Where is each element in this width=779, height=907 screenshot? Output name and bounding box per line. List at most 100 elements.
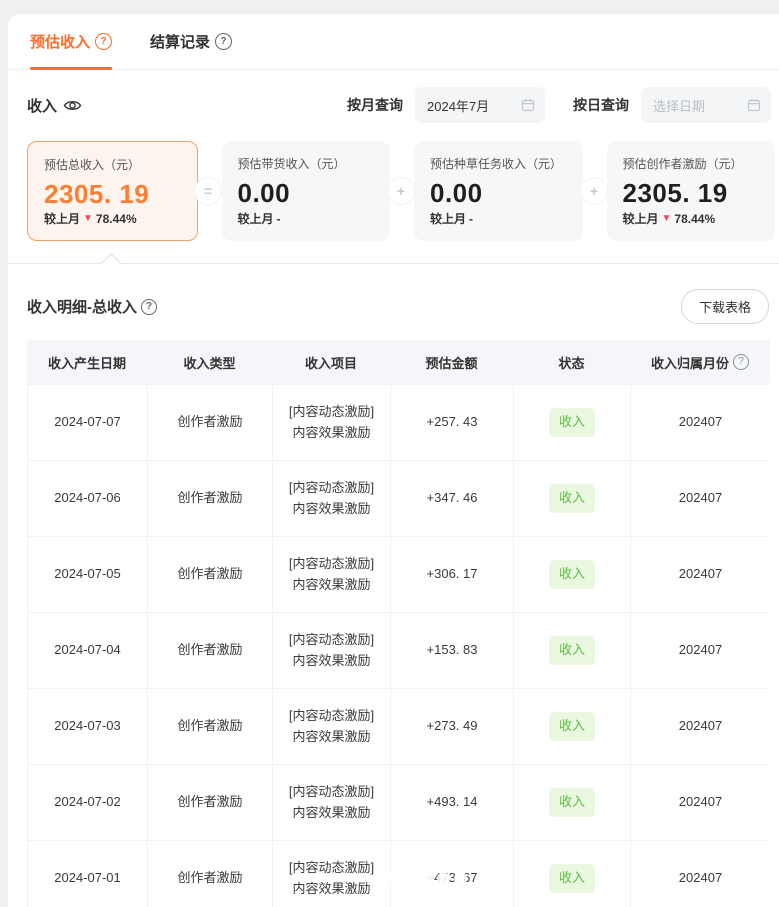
card-creator-incentive[interactable]: 预估创作者激励（元） 2305. 19 较上月 ▼ 78.44% <box>607 141 776 241</box>
cell-type: 创作者激励 <box>147 461 272 536</box>
tab-label: 预估收入 <box>30 31 90 52</box>
cell-amount: +306. 17 <box>390 537 513 612</box>
cell-month: 202407 <box>630 385 770 460</box>
table-row: 2024-07-06 创作者激励 [内容动态激励] 内容效果激励 +347. 4… <box>27 461 770 537</box>
cell-type: 创作者激励 <box>147 841 272 907</box>
detail-section-header: 收入明细-总收入 ? 下载表格 <box>27 289 769 324</box>
month-picker-value: 2024年7月 <box>427 96 489 115</box>
table-row: 2024-07-04 创作者激励 [内容动态激励] 内容效果激励 +153. 8… <box>27 613 770 689</box>
day-picker-input[interactable]: 选择日期 <box>641 87 771 123</box>
status-badge: 收入 <box>549 484 595 512</box>
date-queries: 按月查询 2024年7月 按日查询 选择日期 <box>347 87 771 123</box>
cell-status: 收入 <box>513 689 630 764</box>
income-table: 收入产生日期 收入类型 收入项目 预估金额 状态 收入归属月份 ? 2024-0… <box>27 340 770 907</box>
cell-date: 2024-07-02 <box>27 765 147 840</box>
cell-amount: +273. 49 <box>390 689 513 764</box>
cell-amount: +257. 43 <box>390 385 513 460</box>
active-tab-underline <box>30 67 112 70</box>
cell-type: 创作者激励 <box>147 613 272 688</box>
cell-month: 202407 <box>630 461 770 536</box>
cell-amount: +153. 83 <box>390 613 513 688</box>
main-panel: 预估收入 ? 结算记录 ? 收入 按 <box>8 14 779 907</box>
table-row: 2024-07-03 创作者激励 [内容动态激励] 内容效果激励 +273. 4… <box>27 689 770 765</box>
cell-amount: +493. 14 <box>390 765 513 840</box>
cell-date: 2024-07-05 <box>27 537 147 612</box>
cell-date: 2024-07-07 <box>27 385 147 460</box>
change-value: - <box>469 212 473 226</box>
plus-operator-icon: + <box>581 178 607 204</box>
table-body: 2024-07-07 创作者激励 [内容动态激励] 内容效果激励 +257. 4… <box>27 384 770 907</box>
card-title: 预估总收入（元） <box>44 156 181 173</box>
status-badge: 收入 <box>549 636 595 664</box>
cell-type: 创作者激励 <box>147 537 272 612</box>
income-header-row: 收入 按月查询 2024年7月 <box>27 86 771 124</box>
table-header-row: 收入产生日期 收入类型 收入项目 预估金额 状态 收入归属月份 ? <box>27 340 770 384</box>
page: 预估收入 ? 结算记录 ? 收入 按 <box>0 0 779 907</box>
cell-date: 2024-07-03 <box>27 689 147 764</box>
change-value: - <box>277 212 281 226</box>
cell-type: 创作者激励 <box>147 765 272 840</box>
cell-status: 收入 <box>513 765 630 840</box>
calendar-icon <box>747 98 761 112</box>
tab-settlement-records[interactable]: 结算记录 ? <box>150 14 232 69</box>
card-seeding-task-income[interactable]: 预估种草任务收入（元） 0.00 较上月 - <box>414 141 583 241</box>
month-query-label: 按月查询 <box>347 95 403 115</box>
day-query-label: 按日查询 <box>573 95 629 115</box>
cell-status: 收入 <box>513 537 630 612</box>
cell-project: [内容动态激励] 内容效果激励 <box>272 689 390 764</box>
cell-month: 202407 <box>630 765 770 840</box>
section-divider <box>8 263 779 264</box>
cell-status: 收入 <box>513 841 630 907</box>
plus-operator-icon: + <box>388 178 414 204</box>
cell-project: [内容动态激励] 内容效果激励 <box>272 765 390 840</box>
cell-status: 收入 <box>513 613 630 688</box>
col-header-project: 收入项目 <box>272 340 390 384</box>
month-picker-input[interactable]: 2024年7月 <box>415 87 545 123</box>
change-value: 78.44% <box>674 212 715 226</box>
cell-month: 202407 <box>630 689 770 764</box>
cell-date: 2024-07-01 <box>27 841 147 907</box>
cell-project: [内容动态激励] 内容效果激励 <box>272 613 390 688</box>
help-icon[interactable]: ? <box>733 354 749 370</box>
status-badge: 收入 <box>549 560 595 588</box>
cell-date: 2024-07-06 <box>27 461 147 536</box>
help-icon[interactable]: ? <box>215 33 232 50</box>
down-arrow-icon: ▼ <box>662 214 672 224</box>
card-total-income[interactable]: 预估总收入（元） 2305. 19 较上月 ▼ 78.44% <box>27 141 198 241</box>
income-title: 收入 <box>27 95 82 116</box>
status-badge: 收入 <box>549 712 595 740</box>
down-arrow-icon: ▼ <box>83 214 93 224</box>
col-header-status: 状态 <box>513 340 630 384</box>
cell-month: 202407 <box>630 537 770 612</box>
tab-estimated-income[interactable]: 预估收入 ? <box>30 14 112 69</box>
cell-status: 收入 <box>513 461 630 536</box>
eye-icon[interactable] <box>63 96 82 115</box>
cell-project: [内容动态激励] 内容效果激励 <box>272 385 390 460</box>
cell-month: 202407 <box>630 841 770 907</box>
cell-month: 202407 <box>630 613 770 688</box>
cell-type: 创作者激励 <box>147 689 272 764</box>
card-value: 0.00 <box>238 178 375 209</box>
card-footer: 较上月 ▼ 78.44% <box>44 210 181 227</box>
divider-caret <box>101 253 121 273</box>
card-goods-income[interactable]: 预估带货收入（元） 0.00 较上月 - <box>222 141 391 241</box>
table-row: 2024-07-05 创作者激励 [内容动态激励] 内容效果激励 +306. 1… <box>27 537 770 613</box>
tab-label: 结算记录 <box>150 31 210 52</box>
day-picker-placeholder: 选择日期 <box>653 96 705 115</box>
help-icon[interactable]: ? <box>141 299 157 315</box>
help-icon[interactable]: ? <box>95 33 112 50</box>
card-title: 预估种草任务收入（元） <box>430 155 567 172</box>
card-value: 2305. 19 <box>44 179 181 210</box>
card-footer: 较上月 - <box>430 210 567 227</box>
watermark-dots <box>386 872 467 885</box>
card-footer: 较上月 ▼ 78.44% <box>623 210 760 227</box>
status-badge: 收入 <box>549 408 595 436</box>
cell-amount: +347. 46 <box>390 461 513 536</box>
calendar-icon <box>521 98 535 112</box>
status-badge: 收入 <box>549 864 595 892</box>
table-row: 2024-07-07 创作者激励 [内容动态激励] 内容效果激励 +257. 4… <box>27 385 770 461</box>
download-table-button[interactable]: 下载表格 <box>681 289 769 324</box>
card-value: 0.00 <box>430 178 567 209</box>
col-header-type: 收入类型 <box>147 340 272 384</box>
detail-section-title: 收入明细-总收入 ? <box>27 296 157 317</box>
